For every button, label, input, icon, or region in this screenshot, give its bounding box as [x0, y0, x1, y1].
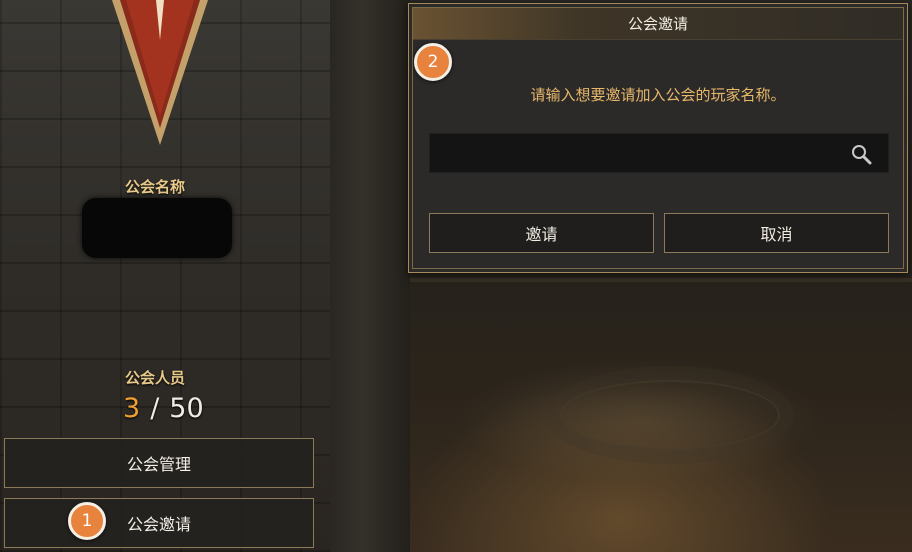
- step-badge-1: 1: [68, 502, 106, 540]
- ground-ring-background: [560, 380, 780, 450]
- player-name-search-box: [429, 133, 889, 173]
- invite-button-label: 邀请: [525, 225, 558, 244]
- guild-invite-button[interactable]: 公会邀请: [4, 498, 314, 548]
- member-count-current: 3: [123, 393, 141, 424]
- guild-manage-button[interactable]: 公会管理: [4, 438, 314, 488]
- dialog-message: 请输入想要邀请加入公会的玩家名称。: [530, 86, 786, 104]
- guild-members-label: 公会人员: [125, 369, 186, 387]
- guild-name-label: 公会名称: [125, 178, 186, 196]
- member-count-separator: /: [150, 393, 160, 424]
- guild-invite-button-label: 公会邀请: [126, 515, 191, 534]
- guild-manage-button-label: 公会管理: [126, 455, 191, 474]
- cancel-button-label: 取消: [760, 225, 793, 244]
- guild-invite-dialog: 公会邀请 请输入想要邀请加入公会的玩家名称。 邀请 取消: [408, 3, 908, 273]
- member-count: 3 / 50: [123, 393, 204, 424]
- search-icon[interactable]: [850, 143, 872, 165]
- guild-banner-icon: [112, 0, 208, 145]
- invite-button[interactable]: 邀请: [429, 213, 654, 253]
- dialog-title: 公会邀请: [413, 8, 903, 40]
- cancel-button[interactable]: 取消: [664, 213, 889, 253]
- member-count-max: 50: [169, 393, 204, 424]
- stone-pillar-background: [330, 0, 410, 552]
- guild-name-field: [82, 198, 232, 258]
- step-badge-2: 2: [414, 43, 452, 81]
- fence-background: [410, 278, 912, 282]
- player-name-input[interactable]: [430, 134, 850, 172]
